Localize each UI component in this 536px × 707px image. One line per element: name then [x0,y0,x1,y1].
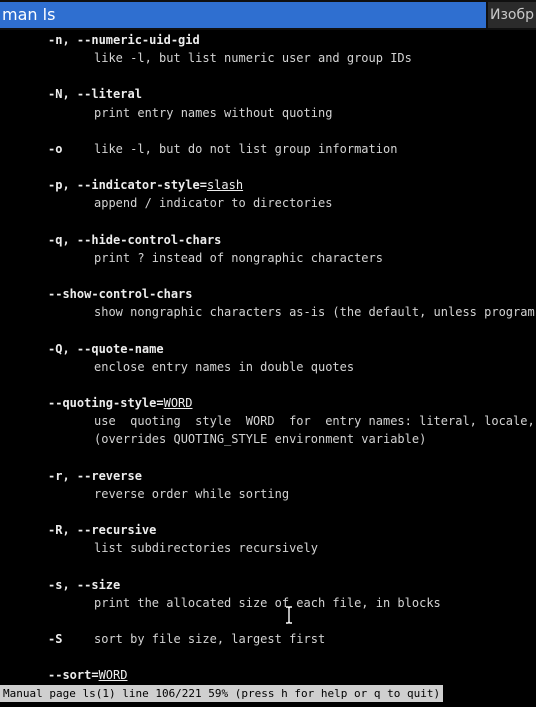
option-name: -Q, --quote-name [48,342,164,356]
option-description: show nongraphic characters as-is (the de… [94,305,536,319]
text-cursor-icon [286,606,292,624]
option-name: -q, --hide-control-chars [48,233,222,247]
option-description: (overrides QUOTING_STYLE environment var… [94,432,427,446]
option-description: like -l, but do not list group informati… [94,142,398,156]
man-page-content: -n, --numeric-uid-gid like -l, but list … [0,30,536,684]
option-argument: WORD [98,668,128,682]
option-name: -N, --literal [48,87,142,101]
option-name: -S [48,632,63,646]
title-bar: man ls Изобр [0,0,536,30]
tab-man-ls[interactable]: man ls [0,2,486,28]
terminal-window: man ls Изобр -n, --numeric-uid-gid like … [0,0,536,707]
option-name: -n, --numeric-uid-gid [48,33,200,47]
option-name: -o [48,142,63,156]
option-description: append / indicator to directories [94,196,333,210]
tab-image-viewer[interactable]: Изобр [488,2,536,28]
option-description: reverse order while sorting [94,487,290,501]
option-name: -p, --indicator-style=slash [48,176,243,194]
option-name: -r, --reverse [48,469,142,483]
option-description: enclose entry names in double quotes [94,360,355,374]
option-description: use quoting style WORD for entry names: … [94,414,536,428]
option-description: print entry names without quoting [94,106,333,120]
option-name: -R, --recursive [48,523,157,537]
option-argument: slash [206,178,244,192]
option-flag: --sort= [48,668,99,682]
option-argument: WORD [163,396,193,410]
status-bar: Manual page ls(1) line 106/221 59% (pres… [0,685,444,702]
option-description: like -l, but list numeric user and group… [94,51,412,65]
option-flag: -p, --indicator-style= [48,178,207,192]
option-name: --quoting-style=WORD [48,394,193,412]
option-description: sort by file size, largest first [94,632,326,646]
option-description: print the allocated size of each file, i… [94,596,441,610]
option-name: -s, --size [48,578,121,592]
option-description: print ? instead of nongraphic characters [94,251,383,265]
option-name: --show-control-chars [48,287,193,301]
option-name: --sort=WORD [48,666,127,684]
option-flag: --quoting-style= [48,396,164,410]
option-description: list subdirectories recursively [94,541,318,555]
